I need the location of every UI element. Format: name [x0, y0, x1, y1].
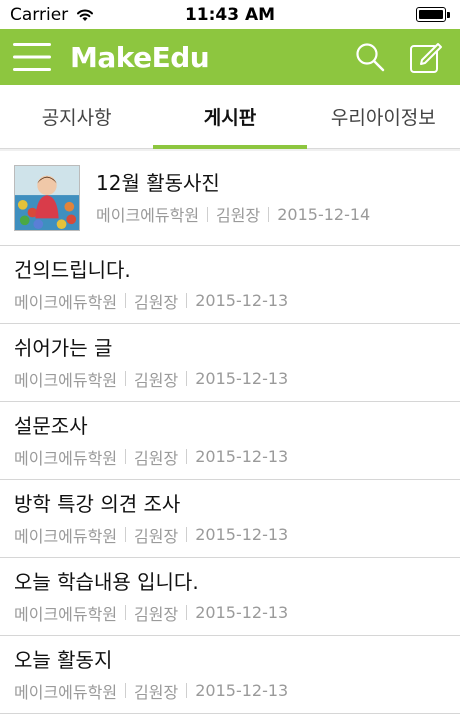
- hamburger-icon: [13, 43, 51, 71]
- app-logo: MakeEdu: [70, 40, 210, 74]
- post-author: 김원장: [216, 206, 261, 225]
- post-title: 건의드립니다.: [14, 257, 131, 282]
- post-meta: 메이크에듀학원 김원장 2015-12-13: [14, 289, 288, 313]
- post-title: 쉬어가는 글: [14, 335, 113, 360]
- post-author: 김원장: [134, 292, 179, 312]
- meta-divider: [186, 371, 188, 386]
- battery-icon: [416, 7, 450, 22]
- post-school: 메이크에듀학원: [14, 448, 118, 468]
- post-author: 김원장: [134, 370, 179, 390]
- post-school: 메이크에듀학원: [14, 292, 118, 312]
- post-meta: 메이크에듀학원 김원장 2015-12-13: [14, 601, 288, 625]
- status-left: Carrier: [0, 5, 94, 25]
- post-date: 2015-12-14: [277, 204, 371, 224]
- meta-divider: [186, 605, 188, 620]
- wifi-icon: [77, 9, 94, 21]
- post-author: 김원장: [134, 682, 179, 702]
- post-title: 12월 활동사진: [96, 171, 220, 195]
- list-item[interactable]: 방학 특강 의견 조사 메이크에듀학원 김원장 2015-12-13: [0, 480, 460, 558]
- post-meta: 메이크에듀학원 김원장 2015-12-14: [96, 202, 370, 226]
- post-meta: 메이크에듀학원 김원장 2015-12-13: [14, 523, 288, 547]
- post-school: 메이크에듀학원: [14, 526, 118, 546]
- list-item[interactable]: 쉬어가는 글 메이크에듀학원 김원장 2015-12-13: [0, 324, 460, 402]
- post-date: 2015-12-13: [195, 291, 289, 310]
- status-bar: Carrier 11:43 AM: [0, 0, 460, 29]
- post-meta: 메이크에듀학원 김원장 2015-12-13: [14, 367, 288, 391]
- meta-divider: [186, 683, 188, 698]
- meta-divider: [125, 293, 127, 308]
- post-date: 2015-12-13: [195, 525, 289, 544]
- meta-divider: [125, 371, 127, 386]
- compose-icon: [410, 43, 442, 73]
- post-school: 메이크에듀학원: [14, 682, 118, 702]
- post-title: 오늘 학습내용 입니다.: [14, 569, 199, 594]
- list-item[interactable]: 12월 활동사진 메이크에듀학원 김원장 2015-12-14: [0, 151, 460, 246]
- post-date: 2015-12-13: [195, 603, 289, 622]
- post-list: 12월 활동사진 메이크에듀학원 김원장 2015-12-14 건의드립니다. …: [0, 151, 460, 714]
- list-item[interactable]: 오늘 학습내용 입니다. 메이크에듀학원 김원장 2015-12-13: [0, 558, 460, 636]
- list-item[interactable]: 오늘 활동지 메이크에듀학원 김원장 2015-12-13: [0, 636, 460, 714]
- list-item[interactable]: 건의드립니다. 메이크에듀학원 김원장 2015-12-13: [0, 246, 460, 324]
- tab-board[interactable]: 게시판: [153, 85, 307, 149]
- post-title: 설문조사: [14, 413, 88, 438]
- meta-divider: [186, 449, 188, 464]
- meta-divider: [268, 206, 270, 222]
- search-icon: [356, 43, 385, 72]
- search-button[interactable]: [342, 29, 398, 85]
- tab-notices[interactable]: 공지사항: [0, 85, 153, 148]
- post-author: 김원장: [134, 604, 179, 624]
- meta-divider: [207, 206, 209, 222]
- post-school: 메이크에듀학원: [14, 370, 118, 390]
- meta-divider: [125, 527, 127, 542]
- menu-button[interactable]: [4, 29, 60, 85]
- carrier-label: Carrier: [10, 4, 69, 25]
- post-date: 2015-12-13: [195, 681, 289, 700]
- post-thumbnail-image: [14, 165, 80, 231]
- meta-divider: [125, 449, 127, 464]
- post-author: 김원장: [134, 526, 179, 546]
- post-meta: 메이크에듀학원 김원장 2015-12-13: [14, 679, 288, 703]
- post-title: 오늘 활동지: [14, 647, 113, 672]
- tab-child-info[interactable]: 우리아이정보: [307, 85, 460, 148]
- post-school: 메이크에듀학원: [96, 206, 200, 225]
- post-title: 방학 특강 의견 조사: [14, 491, 181, 516]
- post-date: 2015-12-13: [195, 447, 289, 466]
- list-item[interactable]: 설문조사 메이크에듀학원 김원장 2015-12-13: [0, 402, 460, 480]
- app-navbar: MakeEdu: [0, 29, 460, 85]
- compose-button[interactable]: [398, 29, 454, 85]
- meta-divider: [186, 527, 188, 542]
- post-meta: 메이크에듀학원 김원장 2015-12-13: [14, 445, 288, 469]
- tab-bar: 공지사항 게시판 우리아이정보: [0, 85, 460, 149]
- post-school: 메이크에듀학원: [14, 604, 118, 624]
- meta-divider: [186, 293, 188, 308]
- post-author: 김원장: [134, 448, 179, 468]
- meta-divider: [125, 605, 127, 620]
- meta-divider: [125, 683, 127, 698]
- post-date: 2015-12-13: [195, 369, 289, 388]
